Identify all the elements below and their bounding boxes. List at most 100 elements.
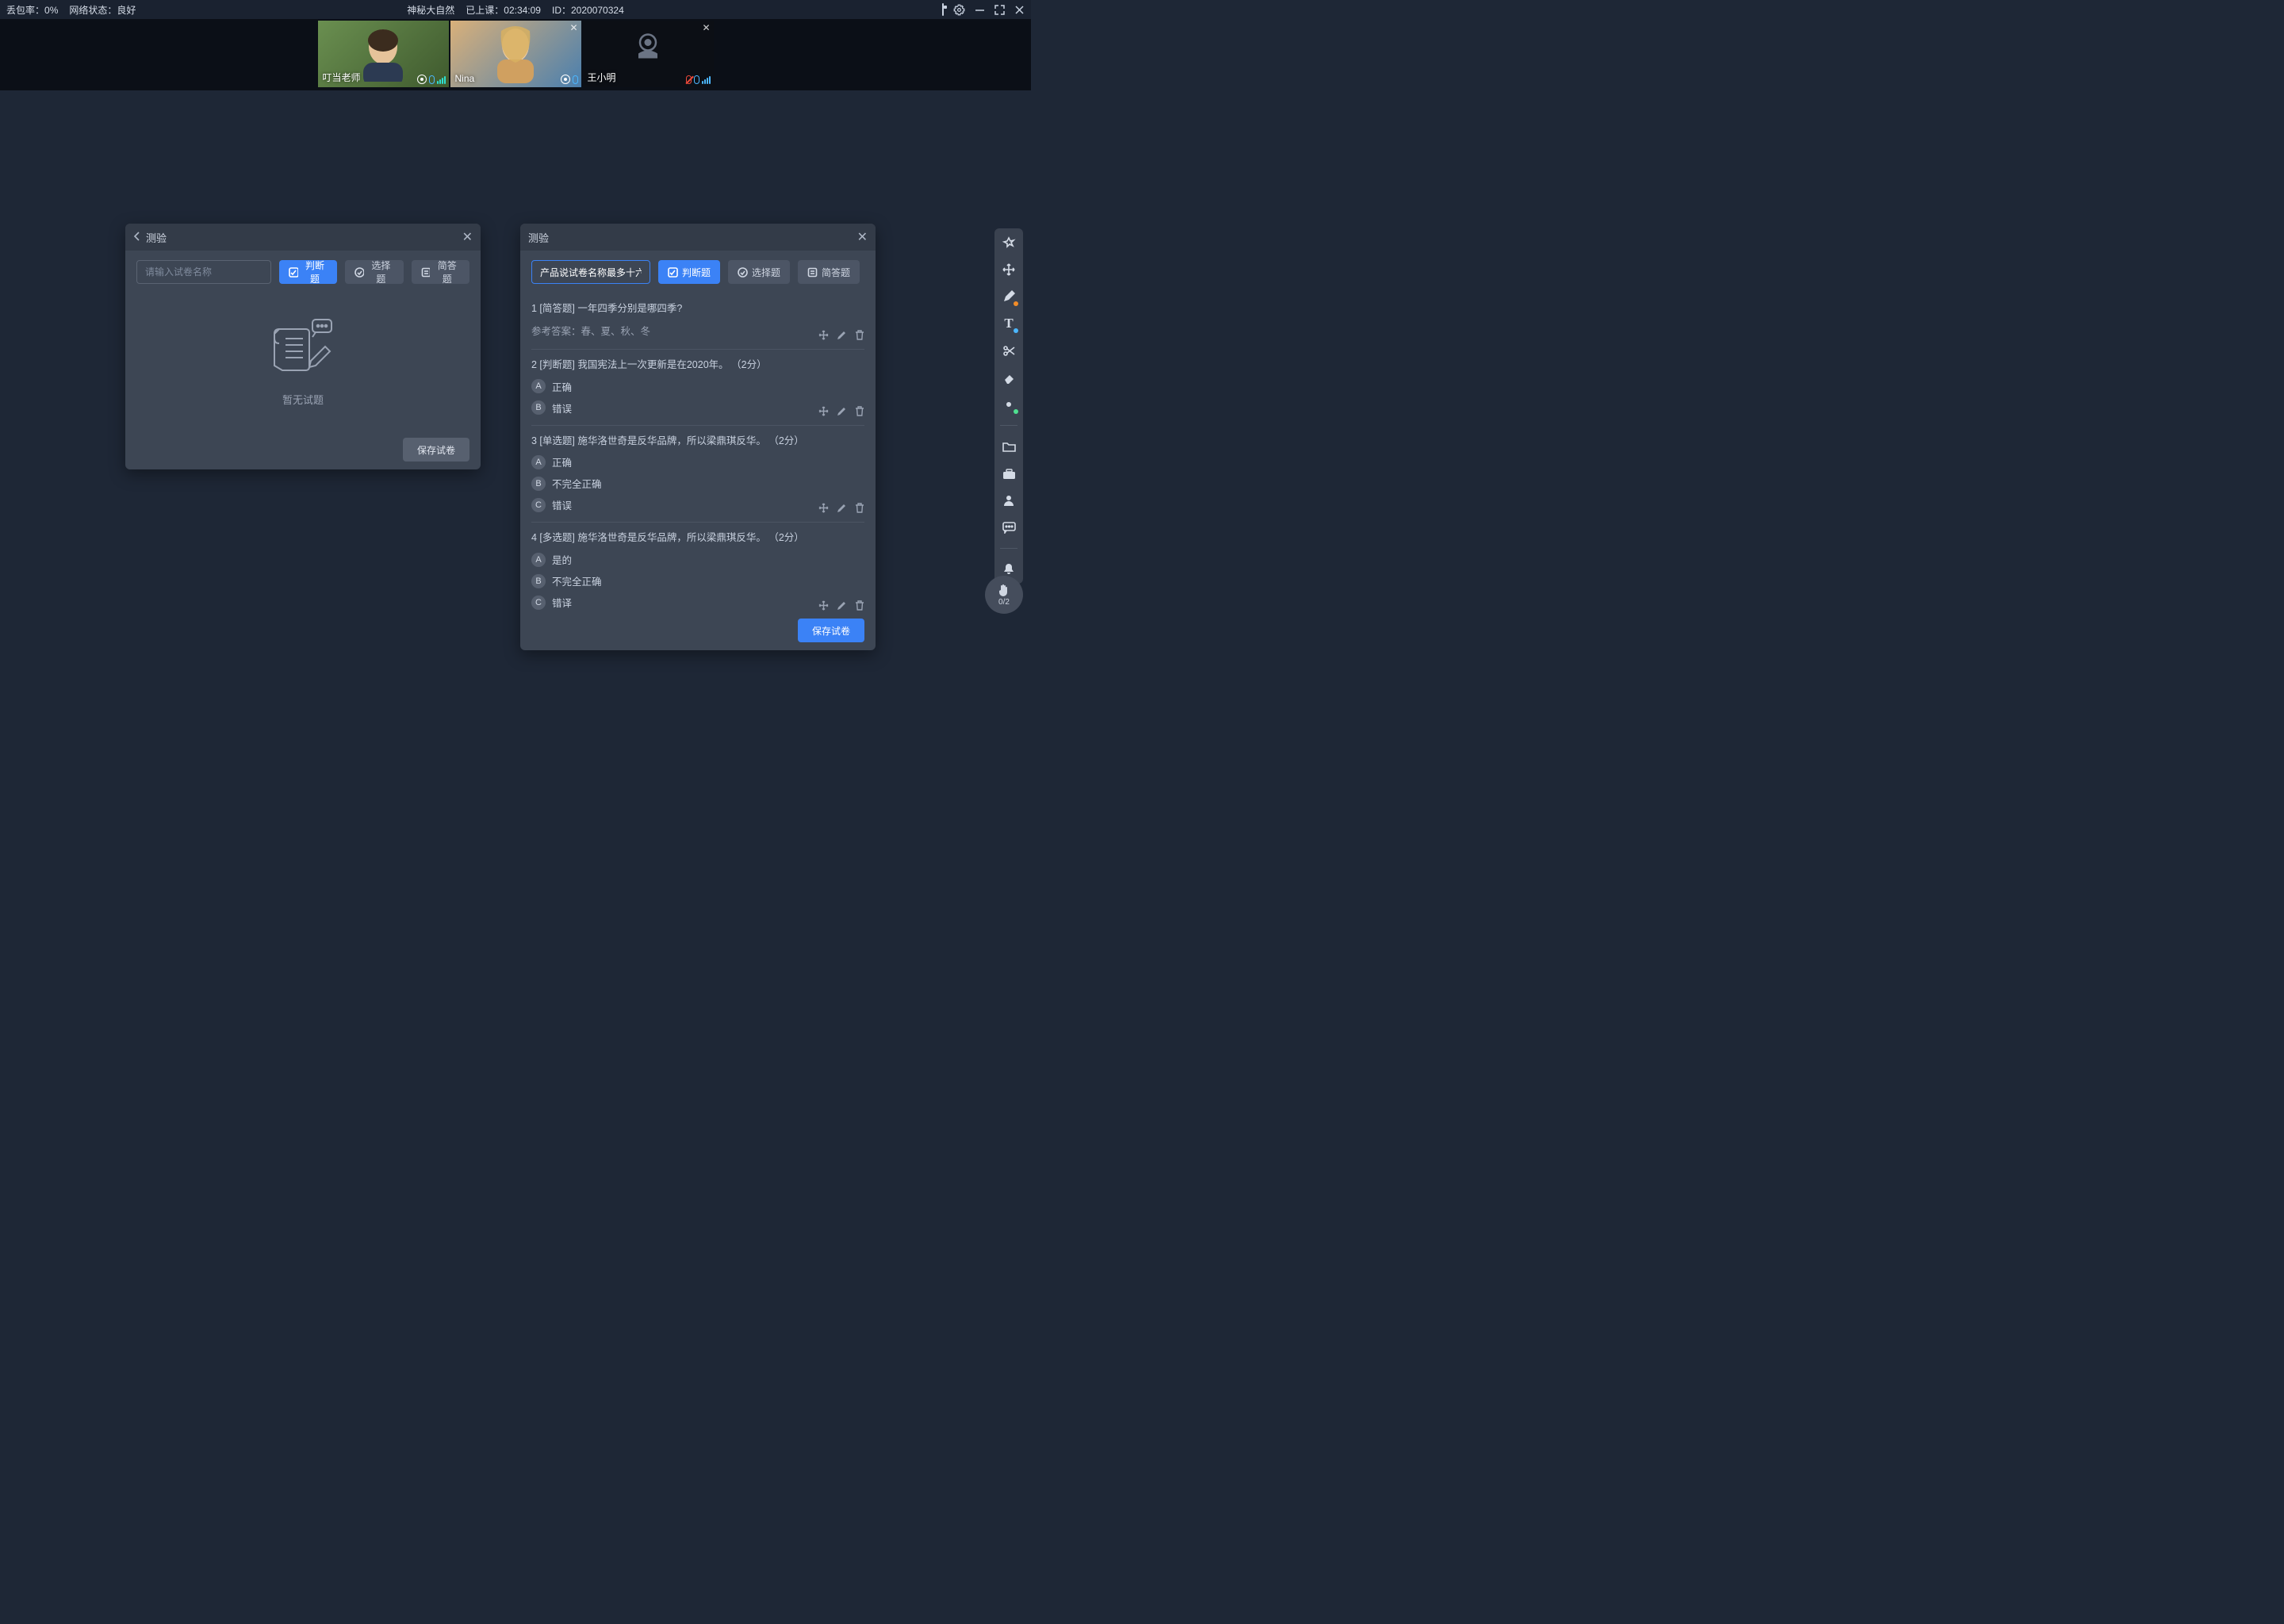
save-quiz-button[interactable]: 保存试卷 [403, 438, 469, 462]
user-tool-icon[interactable] [1001, 492, 1017, 508]
video-name: 叮当老师 [323, 71, 361, 84]
panel-title: 测验 [528, 230, 857, 245]
video-name: Nina [455, 73, 475, 84]
question-option[interactable]: C 错误 [531, 497, 864, 512]
quiz-name-input[interactable] [531, 260, 650, 284]
video-tile-student-2[interactable]: ✕ 王小明 [583, 21, 714, 87]
tile-close-icon[interactable]: ✕ [702, 22, 710, 33]
edit-icon[interactable] [837, 406, 847, 419]
volume-bars-icon [437, 76, 446, 84]
question-option[interactable]: A是的 [531, 552, 864, 567]
question-option[interactable]: B错误 [531, 400, 864, 416]
edit-icon[interactable] [837, 503, 847, 515]
save-quiz-button[interactable]: 保存试卷 [798, 619, 864, 642]
option-label: 错误 [552, 497, 572, 512]
camera-icon [561, 75, 570, 84]
question-option[interactable]: B 不完全正确 [531, 476, 864, 491]
option-label: 不完全正确 [552, 476, 602, 491]
add-choice-button[interactable]: 选择题 [345, 260, 403, 284]
settings-icon[interactable] [953, 4, 965, 16]
option-label: 正确 [552, 454, 572, 469]
option-badge: C [531, 498, 546, 512]
mic-icon [573, 75, 578, 84]
video-tile-student-1[interactable]: ✕ Nina [450, 21, 581, 87]
packet-loss: 丢包率：0% [6, 3, 58, 17]
top-bar: 丢包率：0% 网络状态：良好 神秘大自然 已上课：02:34:09 ID：202… [0, 0, 1031, 19]
video-tile-teacher[interactable]: 叮当老师 [318, 21, 449, 87]
scissors-tool-icon[interactable] [1001, 343, 1017, 358]
raise-hand-button[interactable]: 0/2 [985, 576, 1023, 614]
chat-tool-icon[interactable] [1001, 519, 1017, 535]
move-icon[interactable] [818, 330, 829, 343]
minimize-button[interactable] [975, 5, 985, 15]
option-badge: A [531, 455, 546, 469]
quiz-panel-edit: 测验 ✕ 判断题 选择题 简答题 1 [简答题] 一年四季分别是哪四季?参考答案… [520, 224, 876, 650]
option-label: 不完全正确 [552, 573, 602, 588]
option-badge: B [531, 477, 546, 491]
edit-icon[interactable] [837, 600, 847, 611]
record-icon[interactable] [942, 4, 944, 15]
question-title: 3 [单选题] 施华洛世奇是反华品牌，所以梁鼎琪反华。 （2分） [531, 434, 864, 449]
question-option[interactable]: A 正确 [531, 454, 864, 469]
close-button[interactable] [1014, 5, 1025, 15]
panel-close-icon[interactable]: ✕ [857, 229, 868, 245]
panel-title: 测验 [146, 230, 462, 245]
toolbar-separator [1000, 548, 1017, 549]
mic-icon [694, 75, 699, 84]
hand-count: 0/2 [998, 598, 1010, 607]
add-short-button[interactable]: 简答题 [798, 260, 860, 284]
question-title: 2 [判断题] 我国宪法上一次更新是在2020年。 （2分） [531, 358, 864, 373]
question-item: 1 [简答题] 一年四季分别是哪四季?参考答案：春、夏、秋、冬 [531, 293, 864, 350]
panel-close-icon[interactable]: ✕ [462, 229, 473, 245]
mic-icon [429, 75, 435, 84]
delete-icon[interactable] [855, 600, 864, 611]
question-option[interactable]: A正确 [531, 379, 864, 394]
bell-tool-icon[interactable] [1001, 561, 1017, 577]
camera-icon [417, 75, 427, 84]
move-icon[interactable] [818, 600, 829, 611]
eraser-tool-icon[interactable] [1001, 370, 1017, 385]
volume-bars-icon [702, 76, 711, 84]
delete-icon[interactable] [855, 503, 864, 515]
maximize-button[interactable] [994, 5, 1005, 15]
back-icon[interactable] [133, 232, 141, 243]
folder-tool-icon[interactable] [1001, 439, 1017, 454]
delete-icon[interactable] [855, 406, 864, 419]
option-label: 错误 [552, 400, 572, 416]
empty-illustration-icon [265, 315, 341, 392]
question-option[interactable]: C 错译 [531, 595, 864, 610]
move-icon[interactable] [818, 503, 829, 515]
laser-tool-icon[interactable] [1001, 396, 1017, 412]
pointer-tool-icon[interactable] [1001, 235, 1017, 251]
add-short-button[interactable]: 简答题 [412, 260, 469, 284]
text-tool-icon[interactable]: T [1001, 316, 1017, 331]
move-tool-icon[interactable] [1001, 262, 1017, 278]
option-badge: A [531, 553, 546, 567]
add-judge-button[interactable]: 判断题 [658, 260, 720, 284]
question-title: 1 [简答题] 一年四季分别是哪四季? [531, 301, 864, 316]
mic-off-icon [686, 75, 692, 84]
toolbar-separator [1000, 425, 1017, 426]
delete-icon[interactable] [855, 330, 864, 343]
move-icon[interactable] [818, 406, 829, 419]
question-item: 4 [多选题] 施华洛世奇是反华品牌，所以梁鼎琪反华。 （2分）A是的B不完全正… [531, 523, 864, 611]
pen-tool-icon[interactable] [1001, 289, 1017, 304]
quiz-panel-empty: 测验 ✕ 判断题 选择题 简答题 [125, 224, 481, 469]
option-label: 错译 [552, 595, 572, 610]
right-toolbar: T [994, 228, 1023, 584]
toolbox-tool-icon[interactable] [1001, 465, 1017, 481]
tile-close-icon[interactable]: ✕ [569, 22, 577, 33]
quiz-name-input[interactable] [136, 260, 271, 284]
question-item: 3 [单选题] 施华洛世奇是反华品牌，所以梁鼎琪反华。 （2分） A 正确 B 不完全正… [531, 426, 864, 523]
session-id: ID：2020070324 [552, 3, 624, 17]
elapsed-time: 已上课：02:34:09 [466, 3, 541, 17]
option-label: 正确 [552, 379, 572, 394]
camera-off-icon [630, 31, 665, 63]
question-option[interactable]: B不完全正确 [531, 573, 864, 588]
option-badge: C [531, 596, 546, 610]
add-choice-button[interactable]: 选择题 [728, 260, 790, 284]
video-strip: 叮当老师 ✕ Nina ✕ 王小明 [0, 19, 1031, 90]
add-judge-button[interactable]: 判断题 [279, 260, 337, 284]
course-title: 神秘大自然 [407, 3, 454, 17]
edit-icon[interactable] [837, 330, 847, 343]
